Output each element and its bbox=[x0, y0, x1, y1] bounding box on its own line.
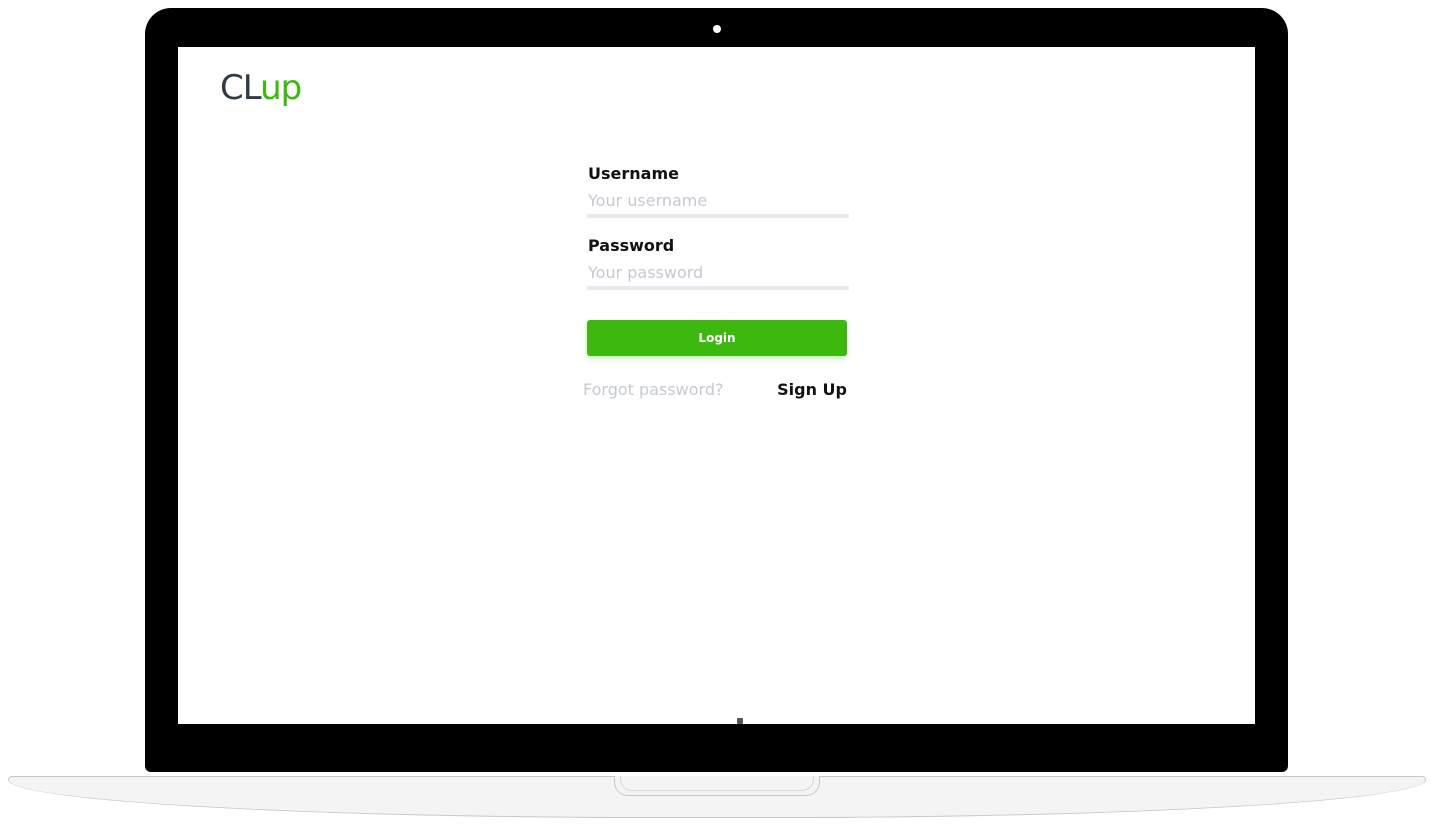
laptop-notch-inner bbox=[620, 776, 814, 791]
password-input[interactable] bbox=[587, 258, 849, 290]
form-links: Forgot password? Sign Up bbox=[583, 380, 847, 410]
logo-text-cl: CL bbox=[220, 68, 261, 108]
username-label: Username bbox=[588, 164, 679, 183]
clup-logo[interactable]: CLup bbox=[220, 65, 302, 111]
password-label: Password bbox=[588, 236, 675, 255]
sign-up-link[interactable]: Sign Up bbox=[777, 380, 847, 399]
login-form: Username Password Login Forgot password?… bbox=[583, 162, 849, 410]
camera-icon bbox=[713, 25, 721, 33]
screen-bottom-mark bbox=[737, 718, 743, 724]
username-input[interactable] bbox=[587, 186, 849, 218]
logo-text-up: up bbox=[260, 68, 302, 108]
login-button[interactable]: Login bbox=[587, 320, 847, 356]
forgot-password-link[interactable]: Forgot password? bbox=[583, 380, 723, 399]
login-screen: CLup Username Password Login Forgot pass… bbox=[178, 47, 1255, 724]
laptop-mockup: CLup Username Password Login Forgot pass… bbox=[0, 0, 1434, 827]
